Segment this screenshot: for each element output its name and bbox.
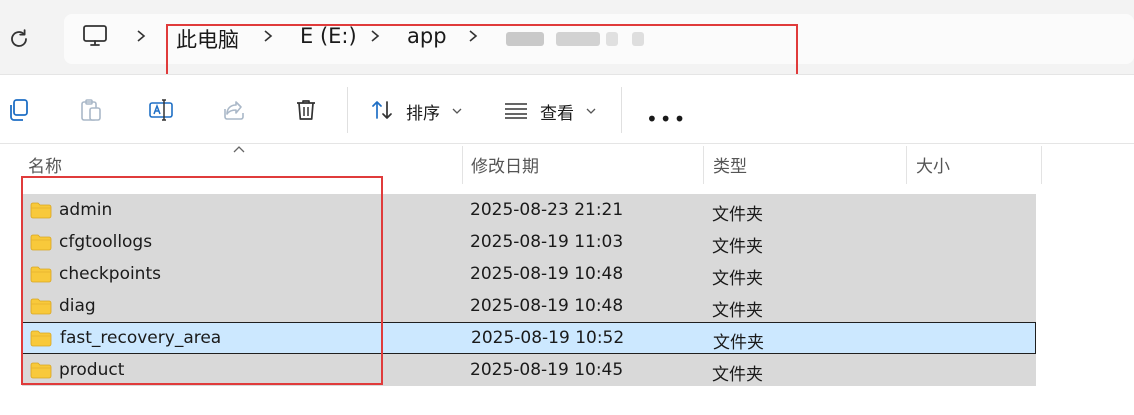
address-strip: 此电脑 E (E:) app	[0, 0, 1134, 78]
share-icon[interactable]	[221, 97, 247, 123]
column-header-name[interactable]: 名称	[28, 152, 62, 177]
file-modified: 2025-08-19 10:52	[471, 328, 625, 348]
view-button-label[interactable]: 查看	[540, 99, 574, 124]
file-type: 文件夹	[713, 333, 764, 353]
view-icon[interactable]	[503, 97, 529, 123]
computer-icon[interactable]	[82, 24, 108, 48]
file-modified: 2025-08-19 10:48	[470, 296, 624, 316]
file-modified: 2025-08-19 10:48	[470, 264, 624, 284]
annotation-box-folders	[21, 176, 383, 385]
column-header-modified[interactable]: 修改日期	[471, 152, 539, 177]
column-divider[interactable]	[906, 146, 907, 184]
copy-icon[interactable]	[6, 97, 32, 123]
annotation-box-path	[166, 24, 798, 78]
file-modified: 2025-08-19 11:03	[470, 232, 624, 252]
file-type: 文件夹	[712, 365, 763, 385]
command-bar: 排序 查看 •••	[0, 75, 1134, 143]
trash-icon[interactable]	[293, 97, 319, 123]
file-type: 文件夹	[712, 269, 763, 289]
toolbar-divider	[621, 87, 622, 133]
refresh-icon[interactable]	[6, 26, 32, 52]
column-divider[interactable]	[462, 146, 463, 184]
file-type: 文件夹	[712, 205, 763, 225]
chevron-right-icon[interactable]	[134, 29, 148, 43]
file-type: 文件夹	[712, 301, 763, 321]
sort-ascending-caret-icon	[233, 146, 245, 153]
rename-icon[interactable]	[148, 97, 174, 123]
paste-icon[interactable]	[78, 97, 104, 123]
column-header-size[interactable]: 大小	[916, 152, 950, 177]
sort-icon[interactable]	[369, 97, 395, 123]
file-modified: 2025-08-23 21:21	[470, 200, 624, 220]
toolbar-divider	[347, 87, 348, 133]
chevron-down-icon[interactable]	[452, 107, 462, 115]
file-type: 文件夹	[712, 237, 763, 257]
divider	[0, 143, 1134, 144]
column-divider[interactable]	[1041, 146, 1042, 184]
more-options-button[interactable]: •••	[646, 107, 687, 131]
column-header-type[interactable]: 类型	[713, 152, 747, 177]
file-modified: 2025-08-19 10:45	[470, 360, 624, 380]
column-divider[interactable]	[703, 146, 704, 184]
chevron-down-icon[interactable]	[586, 107, 596, 115]
sort-button-label[interactable]: 排序	[406, 99, 440, 124]
